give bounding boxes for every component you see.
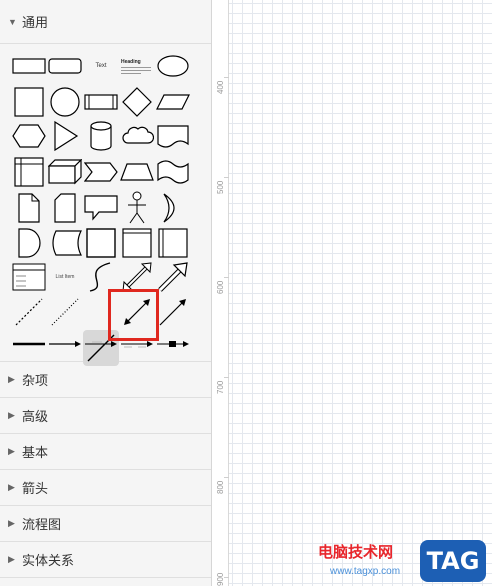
section-advanced-label: 高级 [22, 409, 49, 424]
card-shape[interactable] [47, 190, 83, 226]
ruler-tick [224, 277, 229, 278]
textbox-line-2 [121, 69, 151, 71]
textbox-shape[interactable]: Heading [119, 48, 155, 84]
ruler-label-400: 400 [216, 80, 225, 94]
section-general-label: 通用 [22, 15, 49, 30]
step-shape[interactable] [83, 154, 119, 190]
section-basic-label: 基本 [22, 445, 49, 460]
ruler-tick [224, 77, 229, 78]
labeled-link-shape[interactable] [83, 326, 119, 362]
circle-shape[interactable] [47, 84, 83, 120]
text-shape-label: Text [95, 63, 107, 69]
ruler-label-800: 800 [216, 480, 225, 494]
data-storage-shape[interactable] [47, 225, 83, 261]
envelope-link-shape[interactable] [155, 326, 191, 362]
ruler-tick [224, 377, 229, 378]
square-frame-shape[interactable] [83, 225, 119, 261]
ruler-tick [224, 477, 229, 478]
section-flowchart-label: 流程图 [22, 517, 62, 532]
textbox-line-1 [121, 66, 151, 68]
rounded-rectangle-shape[interactable] [47, 48, 83, 84]
arrow-link-shape[interactable] [47, 326, 83, 362]
list-item-shape[interactable]: List Item [47, 259, 83, 295]
callout-shape[interactable] [83, 190, 119, 226]
trapezoid-shape[interactable] [119, 154, 155, 190]
caret-right-icon: ▶ [8, 446, 15, 456]
list-item-label: List Item [55, 274, 75, 280]
shape-sidebar: ▼ 通用 Text Heading List Item ▶ 杂项 ▶ 高级 ▶ … [0, 0, 212, 586]
section-entity-relation-label: 实体关系 [22, 553, 75, 568]
directional-connector-shape[interactable] [155, 294, 191, 330]
ruler-tick [224, 177, 229, 178]
watermark-url: www.tagxp.com [330, 566, 401, 577]
caret-down-icon: ▼ [8, 16, 17, 27]
dotted-line-shape[interactable] [47, 294, 83, 330]
vertical-container-shape[interactable] [155, 225, 191, 261]
or-shape[interactable] [155, 190, 191, 226]
dashed-line-shape[interactable] [11, 294, 47, 330]
hexagon-shape[interactable] [11, 118, 47, 154]
watermark-site-name: 电脑技术网 [318, 543, 394, 561]
section-general[interactable]: ▼ 通用 [0, 0, 211, 44]
internal-storage-shape[interactable] [11, 154, 47, 190]
section-arrows-label: 箭头 [22, 481, 49, 496]
ruler-label-700: 700 [216, 380, 225, 394]
document-shape[interactable] [155, 118, 191, 154]
caret-right-icon: ▶ [8, 482, 15, 492]
parallelogram-shape[interactable] [155, 84, 191, 120]
section-arrows[interactable]: ▶ 箭头 [0, 470, 211, 506]
shape-library-general: Text Heading List Item [0, 44, 211, 366]
caret-right-icon: ▶ [8, 554, 15, 564]
caret-right-icon: ▶ [8, 374, 15, 384]
actor-shape[interactable] [119, 190, 155, 226]
section-entity-relation[interactable]: ▶ 实体关系 [0, 542, 211, 578]
curve-shape[interactable] [83, 259, 119, 295]
thick-link-shape[interactable] [11, 326, 47, 362]
list-shape[interactable] [11, 259, 47, 295]
ellipse-shape[interactable] [155, 48, 191, 84]
multi-label-link-shape[interactable] [119, 326, 155, 362]
bidirectional-arrow-shape[interactable] [119, 259, 155, 295]
process-shape[interactable] [83, 84, 119, 120]
diamond-shape[interactable] [119, 84, 155, 120]
textbox-preview: Heading [121, 59, 153, 74]
vertical-ruler: 400 500 600 700 800 900 [213, 0, 229, 586]
rectangle-shape[interactable] [11, 48, 47, 84]
ruler-label-900: 900 [216, 572, 225, 586]
arrow-shape[interactable] [155, 259, 191, 295]
section-advanced[interactable]: ▶ 高级 [0, 398, 211, 434]
textbox-heading: Heading [121, 58, 141, 65]
section-flowchart[interactable]: ▶ 流程图 [0, 506, 211, 542]
square-shape[interactable] [11, 84, 47, 120]
container-shape[interactable] [119, 225, 155, 261]
watermark-logo: TAG [420, 540, 486, 582]
cylinder-shape[interactable] [83, 118, 119, 154]
watermark-logo-text: TAG [426, 547, 480, 575]
caret-right-icon: ▶ [8, 410, 15, 420]
delay-shape[interactable] [11, 225, 47, 261]
ruler-label-500: 500 [216, 180, 225, 194]
caret-right-icon: ▶ [8, 518, 15, 528]
textbox-line-3 [121, 72, 141, 74]
text-shape[interactable]: Text [83, 48, 119, 84]
note-shape[interactable] [11, 190, 47, 226]
tape-shape[interactable] [155, 154, 191, 190]
section-misc[interactable]: ▶ 杂项 [0, 362, 211, 398]
cube-shape[interactable] [47, 154, 83, 190]
drawing-canvas[interactable]: 400 500 600 700 800 900 [213, 0, 492, 586]
triangle-shape[interactable] [47, 118, 83, 154]
ruler-label-600: 600 [216, 280, 225, 294]
section-basic[interactable]: ▶ 基本 [0, 434, 211, 470]
cloud-shape[interactable] [119, 118, 155, 154]
section-misc-label: 杂项 [22, 373, 49, 388]
bidirectional-connector-shape[interactable] [119, 294, 155, 330]
